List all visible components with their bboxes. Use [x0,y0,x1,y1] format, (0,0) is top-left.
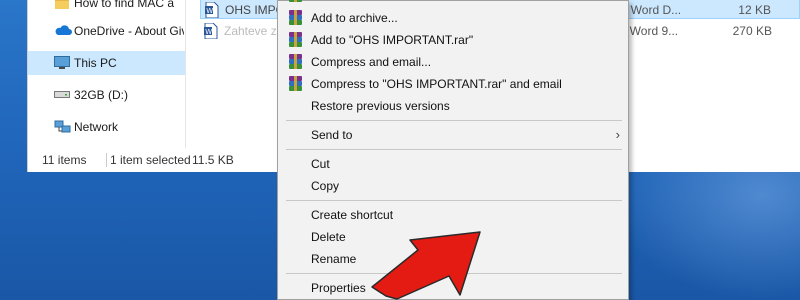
menu-item-label: Rename [311,252,357,266]
nav-item-onedrive[interactable]: OneDrive - About Giv [28,19,185,43]
menu-item-label: Compress and email... [311,55,432,69]
nav-item-label: 32GB (D:) [74,88,129,102]
menu-item-create-shortcut[interactable]: Create shortcut [278,204,628,226]
file-type: t Word 9... [623,24,679,38]
pane-divider [185,0,186,148]
menu-item-add-to-rar[interactable]: Add to "OHS IMPORTANT.rar" [278,29,628,51]
menu-separator [286,120,622,121]
folder-icon [54,0,70,10]
nav-item-folder[interactable]: How to find MAC a [28,0,185,15]
file-type: t Word D... [624,3,682,17]
menu-item-label: Restore previous versions [311,99,450,113]
navigation-pane: How to find MAC a OneDrive - About Giv T… [28,0,185,148]
nav-item-drive-d[interactable]: 32GB (D:) [28,83,185,107]
menu-item-rename[interactable]: Rename [278,248,628,270]
menu-separator [286,273,622,274]
menu-item-label: Add to "OHS IMPORTANT.rar" [311,33,474,47]
nav-item-label: How to find MAC a [74,0,175,10]
word-document-icon: W [205,1,219,19]
menu-item-add-to-archive[interactable]: Add to archive... [278,7,628,29]
file-size: 270 KB [732,24,772,38]
nav-item-label: Network [74,120,119,134]
nav-item-network[interactable]: Network [28,115,185,139]
menu-item-label: Create shortcut [311,208,394,222]
drive-icon [54,88,70,102]
menu-item-label: Send to [311,128,353,142]
file-size: 12 KB [738,3,771,17]
menu-item-label: Cut [311,157,330,171]
menu-separator [286,149,622,150]
menu-item-properties[interactable]: Properties [278,277,628,299]
menu-item-label: Copy [311,179,340,193]
status-selection-size: 11.5 KB [192,153,234,167]
menu-item-delete[interactable]: Delete [278,226,628,248]
status-item-count: 11 items [42,153,87,167]
menu-item-label: Add to archive... [311,11,398,25]
status-selection: 1 item selected [110,153,191,167]
menu-item-cut[interactable]: Cut [278,153,628,175]
menu-separator [286,200,622,201]
file-name: Zahteve za [224,24,284,38]
context-menu: Add to archive... Add to "OHS IMPORTANT.… [277,0,629,300]
winrar-icon [288,54,303,70]
menu-item-restore-versions[interactable]: Restore previous versions [278,95,628,117]
winrar-icon [288,32,303,48]
svg-text:W: W [206,7,213,15]
onedrive-cloud-icon [54,24,72,38]
nav-item-label: OneDrive - About Giv [74,24,184,38]
nav-item-this-pc[interactable]: This PC [28,51,185,75]
menu-item-copy[interactable]: Copy [278,175,628,197]
chevron-right-icon: › [615,127,620,142]
word-document-icon: W [204,22,218,40]
menu-item-label: Delete [311,230,346,244]
network-icon [54,120,71,134]
winrar-icon [288,10,303,26]
menu-item-label: Properties [311,281,366,295]
this-pc-icon [54,56,70,70]
menu-item-compress-email[interactable]: Compress and email... [278,51,628,73]
winrar-icon [288,76,303,92]
menu-item-label: Compress to "OHS IMPORTANT.rar" and emai… [311,77,562,91]
winrar-icon [288,0,303,3]
nav-item-label: This PC [74,56,117,70]
menu-item-send-to[interactable]: Send to › [278,124,628,146]
svg-text:W: W [205,28,212,36]
status-divider [106,153,107,167]
desktop-glow [610,150,800,300]
menu-item-compress-to-rar-email[interactable]: Compress to "OHS IMPORTANT.rar" and emai… [278,73,628,95]
